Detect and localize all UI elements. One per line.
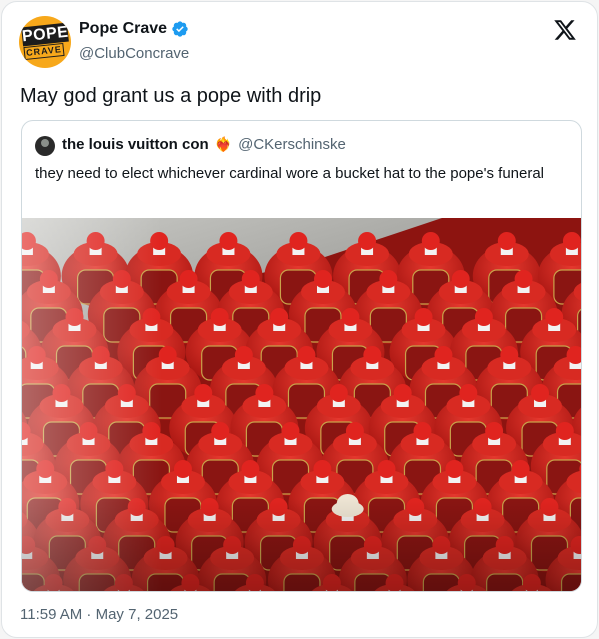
quoted-tweet[interactable]: the louis vuitton con ❤️‍🔥 @CKerschinske… [21, 120, 582, 592]
tweet-card: POPE CRAVE Pope Crave @ClubConcrave May … [1, 1, 598, 638]
x-logo-icon[interactable] [553, 18, 577, 42]
author-display-name[interactable]: Pope Crave [79, 20, 167, 38]
cardinals-crowd-photo[interactable] [22, 218, 582, 592]
tweet-timestamp[interactable]: 11:59 AM · May 7, 2025 [20, 606, 178, 623]
heart-on-fire-icon: ❤️‍🔥 [214, 136, 233, 152]
author-name-row: Pope Crave [79, 20, 189, 38]
quoted-author-row: the louis vuitton con ❤️‍🔥 @CKerschinske [62, 136, 346, 153]
author-avatar[interactable]: POPE CRAVE [19, 16, 71, 68]
quoted-display-name[interactable]: the louis vuitton con [62, 136, 209, 153]
avatar-logo-bottom: CRAVE [23, 42, 65, 61]
quoted-author-avatar[interactable] [35, 136, 55, 156]
quoted-text: they need to elect whichever cardinal wo… [35, 165, 545, 182]
tweet-text: May god grant us a pope with drip [20, 85, 322, 107]
quoted-handle[interactable]: @CKerschinske [238, 136, 346, 153]
author-handle[interactable]: @ClubConcrave [79, 45, 189, 62]
verified-badge-icon [172, 21, 188, 37]
